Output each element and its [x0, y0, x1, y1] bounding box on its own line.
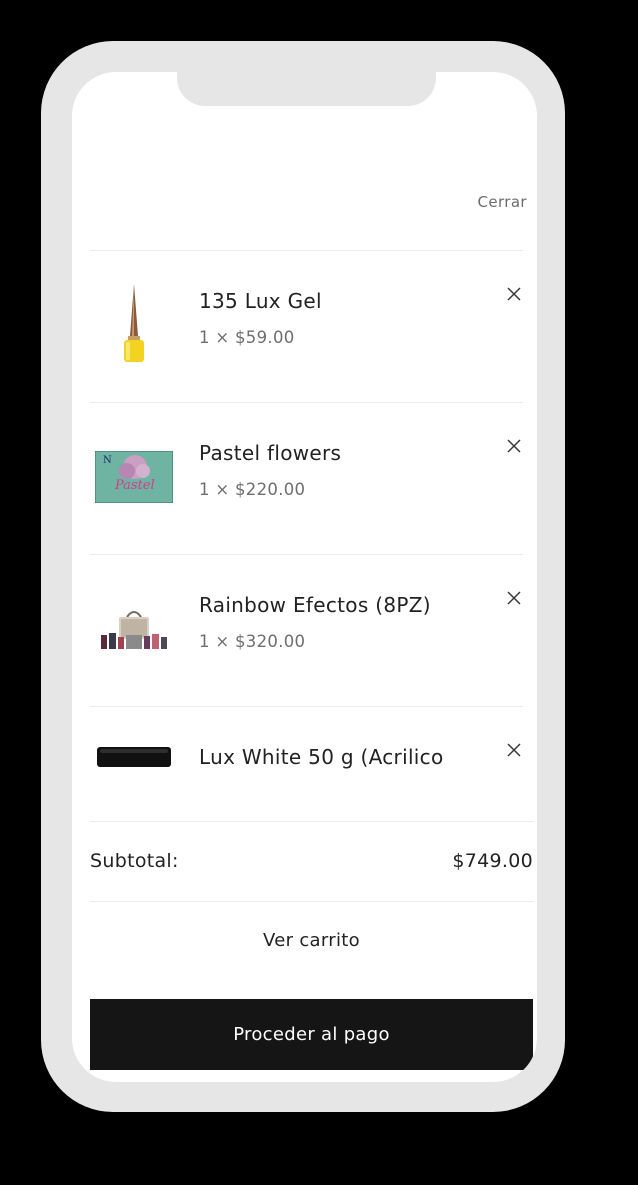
- view-cart-link[interactable]: Ver carrito: [90, 922, 533, 959]
- product-image[interactable]: [90, 281, 178, 369]
- item-name[interactable]: 135 Lux Gel: [199, 289, 322, 313]
- close-cart-link[interactable]: Cerrar: [477, 193, 527, 211]
- item-name[interactable]: Pastel flowers: [199, 441, 341, 465]
- cart-item: N Pastel Pastel flowers 1 × $220.00: [90, 402, 523, 554]
- cart-item: 135 Lux Gel 1 × $59.00: [90, 250, 523, 402]
- cart-drawer: Cerrar 135 Lux Gel 1 × $59.00 N Pastel P…: [72, 72, 537, 1082]
- product-image[interactable]: [90, 585, 178, 673]
- svg-text:N: N: [103, 455, 112, 466]
- pastel-flowers-box-icon: N Pastel: [95, 451, 173, 503]
- svg-text:Pastel: Pastel: [114, 478, 155, 493]
- remove-item-close-icon[interactable]: [505, 285, 523, 303]
- checkout-button-label: Proceder al pago: [233, 1024, 390, 1045]
- remove-item-close-icon[interactable]: [505, 589, 523, 607]
- subtotal-label: Subtotal:: [90, 850, 179, 872]
- subtotal-amount: $749.00: [452, 850, 533, 872]
- nail-polish-bottle-icon: [124, 284, 144, 362]
- remove-item-close-icon[interactable]: [505, 437, 523, 455]
- product-image[interactable]: [90, 713, 178, 801]
- subtotal-row: Subtotal: $749.00: [90, 821, 533, 902]
- effects-kit-icon: [101, 611, 167, 649]
- product-image[interactable]: N Pastel: [90, 433, 178, 521]
- phone-notch: [177, 72, 436, 106]
- item-price: 1 × $220.00: [199, 480, 306, 499]
- checkout-button[interactable]: Proceder al pago: [90, 999, 533, 1070]
- item-price: 1 × $59.00: [199, 328, 295, 347]
- remove-item-close-icon[interactable]: [505, 741, 523, 759]
- acrylic-jar-icon: [97, 747, 171, 767]
- item-name[interactable]: Lux White 50 g (Acrilico: [199, 745, 444, 769]
- item-name[interactable]: Rainbow Efectos (8PZ): [199, 593, 431, 617]
- cart-item: Lux White 50 g (Acrilico: [90, 706, 523, 821]
- cart-item: Rainbow Efectos (8PZ) 1 × $320.00: [90, 554, 523, 706]
- cart-item-list: 135 Lux Gel 1 × $59.00 N Pastel Pastel f…: [90, 250, 523, 821]
- item-price: 1 × $320.00: [199, 632, 306, 651]
